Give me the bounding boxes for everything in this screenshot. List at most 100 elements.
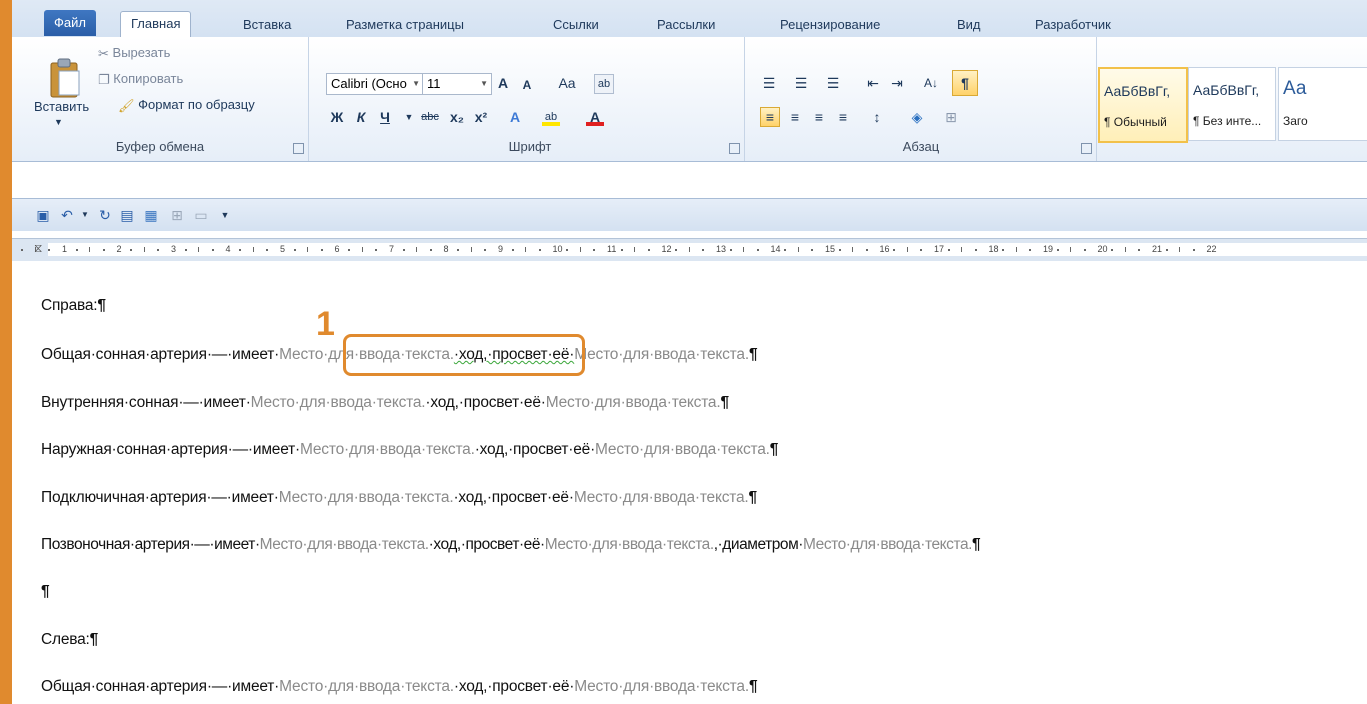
ruler-tick (48, 249, 51, 251)
content-control-placeholder[interactable]: Место·для·ввода·текста. (251, 394, 426, 411)
multilevel-list-icon[interactable]: ☰ (824, 74, 842, 92)
empty-paragraph[interactable]: ¶ (41, 583, 50, 601)
ruler-tick (756, 249, 759, 251)
superscript-icon[interactable]: x² (472, 108, 490, 126)
ruler-tick (75, 249, 78, 251)
subscript-icon[interactable]: x₂ (448, 108, 466, 126)
table-icon[interactable]: ▦ (142, 206, 160, 224)
content-control-placeholder[interactable]: Место·для·ввода·текста. (545, 536, 714, 553)
pilcrow-mark: ¶ (748, 678, 758, 695)
content-control-placeholder[interactable]: Место·для·ввода·текста. (260, 536, 429, 553)
tab-file[interactable]: Файл (44, 10, 96, 36)
content-control-placeholder[interactable]: Место·для·ввода·текста. (279, 678, 454, 695)
save-icon[interactable]: ▣ (34, 206, 52, 224)
content-control-placeholder[interactable]: Место·для·ввода·текста. (574, 346, 749, 363)
tab-mailings[interactable]: Рассылки (657, 14, 715, 36)
strikethrough-icon[interactable]: abc (418, 108, 442, 126)
clipboard-launcher-icon[interactable] (293, 143, 304, 154)
callout-number: 1 (316, 305, 335, 343)
document-page[interactable]: Справа:¶ Общая·сонная·артерия·—·имеет·Ме… (12, 261, 1367, 704)
decrease-indent-icon[interactable]: ⇤ (864, 74, 882, 92)
show-formatting-button[interactable]: ¶ (952, 70, 978, 96)
paragraph-left-heading[interactable]: Слева:¶ (41, 631, 98, 649)
align-left-icon[interactable]: ≡ (760, 107, 780, 127)
paragraph-left-line-1[interactable]: Общая·сонная·артерия·—·имеет·Место·для·в… (41, 678, 758, 696)
font-size-combo[interactable]: 11 ▼ (422, 73, 492, 95)
tab-developer[interactable]: Разработчик (1035, 14, 1111, 36)
ruler-tick (647, 249, 650, 251)
paragraph-line-2[interactable]: Внутренняя·сонная·—·имеет·Место·для·ввод… (41, 394, 729, 412)
align-right-icon[interactable]: ≡ (810, 108, 828, 126)
ribbon-home: Вставить ▼ ✂ Вырезать ❐ Копировать 🖌 Фор… (12, 37, 1367, 162)
ruler-number: 11 (607, 244, 617, 254)
clear-formatting-icon[interactable]: ab (594, 74, 614, 94)
paragraph-line-3[interactable]: Наружная·сонная·артерия·—·имеет·Место·дл… (41, 441, 778, 459)
redo-icon[interactable]: ↻ (96, 206, 114, 224)
form-field-icon[interactable]: ▭ (192, 206, 210, 224)
content-control-placeholder[interactable]: Место·для·ввода·текста. (279, 489, 454, 506)
chevron-down-icon[interactable]: ▼ (400, 108, 418, 126)
content-control-placeholder[interactable]: Место·для·ввода·текста. (546, 394, 721, 411)
text-effects-icon[interactable]: A (506, 108, 524, 126)
numbering-icon[interactable]: ☰ (792, 74, 810, 92)
tab-references[interactable]: Ссылки (553, 14, 599, 36)
change-case-icon[interactable]: Aa (554, 74, 580, 92)
paragraph-line-5[interactable]: Позвоночная·артерия·—·имеет·Место·для·вв… (41, 536, 981, 554)
bullets-icon[interactable]: ☰ (760, 74, 778, 92)
underline-icon[interactable]: Ч (376, 108, 394, 126)
ruler-tick (239, 249, 242, 251)
chevron-down-icon[interactable]: ▼ (76, 206, 94, 224)
cut-button[interactable]: ✂ Вырезать (98, 45, 170, 62)
tab-review[interactable]: Рецензирование (780, 14, 880, 36)
content-control-placeholder[interactable]: Место·для·ввода·текста. (595, 441, 770, 458)
brush-icon: 🖌 (118, 97, 135, 113)
style-heading[interactable]: Аа Заго (1278, 67, 1367, 141)
borders-icon[interactable]: ⊞ (942, 108, 960, 126)
align-center-icon[interactable]: ≡ (786, 108, 804, 126)
shading-icon[interactable]: ◈ (908, 108, 926, 126)
copy-button[interactable]: ❐ Копировать (98, 71, 183, 88)
ruler-number: 15 (825, 244, 836, 254)
style-name: ¶ Без инте... (1193, 114, 1262, 128)
shrink-font-icon[interactable]: A (518, 76, 536, 94)
grow-font-icon[interactable]: A (494, 74, 512, 92)
font-launcher-icon[interactable] (729, 143, 740, 154)
line-spacing-icon[interactable]: ↕ (868, 108, 886, 126)
content-control-placeholder[interactable]: Место·для·ввода·текста. (574, 678, 749, 695)
sort-icon[interactable]: A↓ (922, 74, 940, 92)
tab-insert[interactable]: Вставка (243, 14, 291, 36)
word-doc-icon[interactable]: ▤ (118, 206, 136, 224)
ruler-tick (211, 249, 214, 251)
increase-indent-icon[interactable]: ⇥ (888, 74, 906, 92)
format-painter-button[interactable]: 🖌 Формат по образцу (118, 97, 255, 114)
content-control-placeholder[interactable]: Место·для·ввода·текста. (803, 536, 972, 553)
bold-icon[interactable]: Ж (328, 108, 346, 126)
ruler-tick (1111, 249, 1114, 251)
paste-button[interactable]: Вставить ▼ (34, 43, 89, 127)
tab-home[interactable]: Главная (120, 11, 192, 39)
indent-marker-icon[interactable]: ⧖ (34, 241, 42, 256)
undo-icon[interactable]: ↶ (58, 206, 76, 224)
grid-icon[interactable]: ⊞ (168, 206, 186, 224)
font-color-icon[interactable]: A (586, 108, 604, 126)
justify-icon[interactable]: ≡ (834, 108, 852, 126)
tab-view[interactable]: Вид (957, 14, 981, 36)
ruler-number: 13 (716, 244, 727, 254)
tab-page-layout[interactable]: Разметка страницы (346, 14, 464, 36)
paragraph-right-heading[interactable]: Справа:¶ (41, 297, 106, 315)
style-normal[interactable]: АаБбВвГг, ¶ Обычный (1098, 67, 1188, 143)
highlight-icon[interactable]: ab (542, 108, 560, 126)
line-text: ·ход,·просвет·её· (453, 678, 575, 695)
italic-icon[interactable]: К (352, 108, 370, 126)
paragraph-line-4[interactable]: Подключичная·артерия·—·имеет·Место·для·в… (41, 489, 757, 507)
content-control-placeholder[interactable]: Место·для·ввода·текста. (300, 441, 475, 458)
content-control-placeholder[interactable]: Место·для·ввода·текста. (574, 489, 749, 506)
paste-dropdown-icon[interactable]: ▼ (54, 117, 63, 127)
style-name: ¶ Обычный (1104, 115, 1167, 129)
font-name-combo[interactable]: Calibri (Осно ▼ (326, 73, 424, 95)
style-no-spacing[interactable]: АаБбВвГг, ¶ Без инте... (1188, 67, 1276, 141)
paragraph-launcher-icon[interactable] (1081, 143, 1092, 154)
window-accent-stripe (0, 0, 12, 704)
customize-toolbar-icon[interactable]: ▼ (216, 206, 234, 224)
horizontal-ruler[interactable]: 1 2 3 4 5 6 7 8 9 10 11 12 13 14 15 16 17 18 19 20 21 22 ⧖ (12, 238, 1367, 262)
